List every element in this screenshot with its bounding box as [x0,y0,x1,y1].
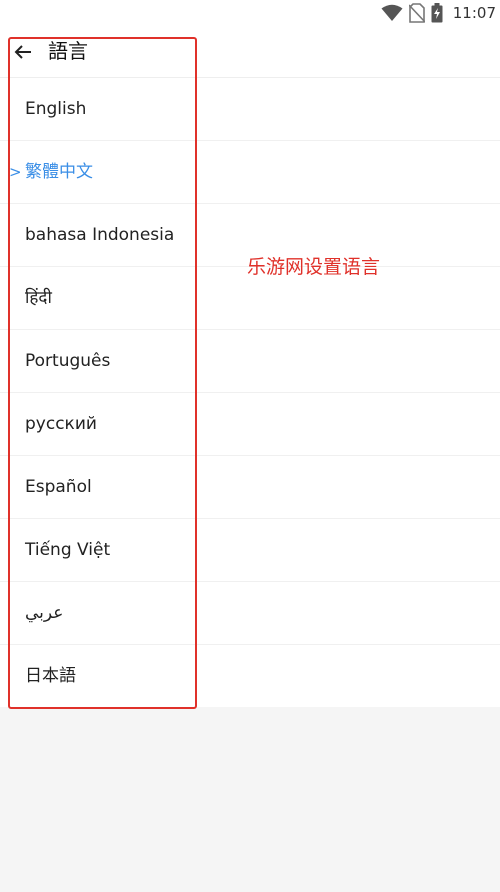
language-item-traditional-chinese[interactable]: > 繁體中文 [0,141,500,204]
status-bar: 11:07 [0,0,500,26]
empty-area [0,714,500,892]
status-time: 11:07 [452,4,496,22]
wifi-icon [381,4,403,22]
language-label: 日本語 [25,666,76,686]
page-title: 語言 [48,39,88,63]
language-item-spanish[interactable]: Español [0,456,500,519]
language-label: English [25,99,87,119]
language-label: 繁體中文 [25,162,93,182]
language-label: русский [25,414,97,434]
language-label: عربي [25,603,64,623]
language-label: Tiếng Việt [25,540,111,560]
selected-marker: > [9,163,22,181]
language-item-arabic[interactable]: عربي [0,582,500,645]
no-sim-icon [408,3,425,23]
status-icons: 11:07 [381,2,496,24]
app-bar: 語言 [0,26,500,78]
arrow-left-icon[interactable] [13,42,33,62]
language-item-vietnamese[interactable]: Tiếng Việt [0,519,500,582]
language-item-english[interactable]: English [0,78,500,141]
language-label: हिंदी [25,288,52,308]
annotation-text: 乐游网设置语言 [247,256,381,278]
language-item-russian[interactable]: русский [0,393,500,456]
language-item-portuguese[interactable]: Português [0,330,500,393]
language-item-japanese[interactable]: 日本語 [0,645,500,707]
language-label: Español [25,477,92,497]
battery-charging-icon [431,3,443,23]
language-label: bahasa Indonesia [25,225,175,245]
language-list: English > 繁體中文 bahasa Indonesia हिंदी Po… [0,78,500,707]
language-label: Português [25,351,111,371]
